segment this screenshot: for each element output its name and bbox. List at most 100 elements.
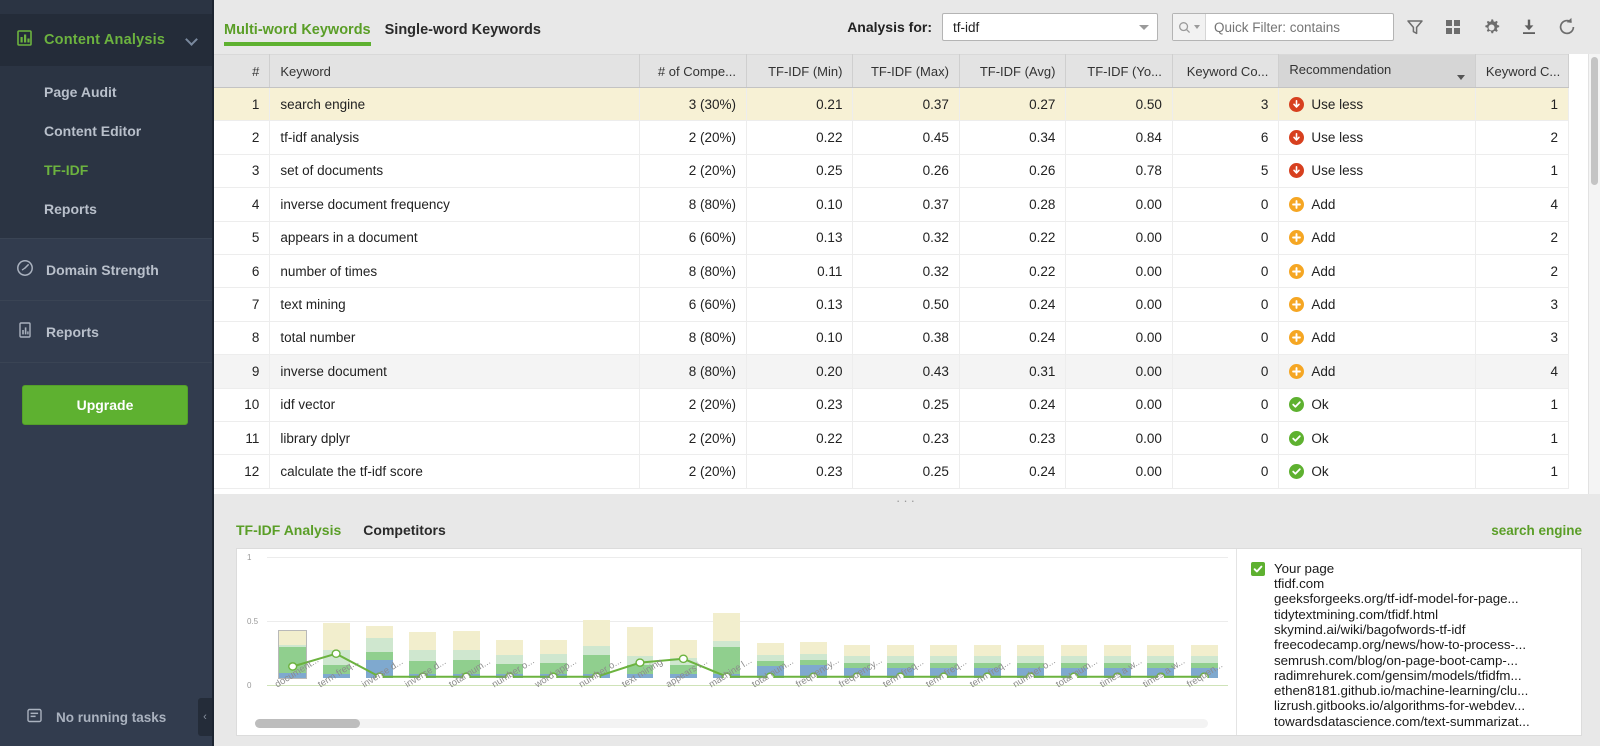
download-icon (1523, 19, 1535, 34)
scrollbar-thumb[interactable] (1591, 57, 1598, 185)
legend-entry[interactable]: Your page (1274, 561, 1530, 576)
recommendation-label: Use less (1311, 96, 1364, 112)
cell-keyword: idf vector (269, 388, 641, 422)
table-row[interactable]: 9 inverse document 8 (80%) 0.20 0.43 0.31 0.00… (214, 354, 1570, 389)
quick-filter (1172, 13, 1394, 41)
toolbar: Multi-word Keywords Single-word Keywords… (214, 0, 1600, 54)
columns-button[interactable] (1436, 10, 1470, 44)
cell-competitors: 2 (20%) (639, 388, 747, 422)
cell-recommendation: Add (1278, 187, 1476, 222)
legend-entry[interactable]: lizrush.gitbooks.io/algorithms-for-webde… (1274, 698, 1530, 713)
table-row[interactable]: 8 total number 8 (80%) 0.10 0.38 0.24 0.00 0 Add… (214, 321, 1570, 356)
tab-competitors[interactable]: Competitors (363, 522, 445, 548)
cell-recommendation: Add (1278, 321, 1476, 356)
cell-min: 0.25 (746, 154, 854, 189)
tab-single-word-keywords[interactable]: Single-word Keywords (385, 22, 541, 54)
legend-entry[interactable]: towardsdatascience.com/text-summarizat..… (1274, 714, 1530, 729)
table-row[interactable]: 7 text mining 6 (60%) 0.13 0.50 0.24 0.00 0 Add 3 (214, 287, 1570, 322)
panel-splitter[interactable]: ··· (214, 493, 1600, 508)
cell-num: 3 (214, 154, 271, 189)
legend-entries: Your page tfidf.com geeksforgeeks.org/tf-i… (1274, 561, 1530, 729)
refresh-button[interactable] (1550, 10, 1584, 44)
table-header-competitors[interactable]: # of Compe... (639, 54, 747, 88)
cell-competitors: 8 (80%) (639, 321, 747, 356)
legend-entry[interactable]: tfidf.com (1274, 576, 1530, 591)
tasks-icon (26, 707, 43, 727)
table-row[interactable]: 6 number of times 8 (80%) 0.11 0.32 0.22 0.00 0… (214, 254, 1570, 289)
legend-entry[interactable]: radimrehurek.com/gensim/models/tfidfm... (1274, 668, 1530, 683)
table-header-label: TF-IDF (Max) (870, 63, 949, 79)
legend-entry[interactable]: semrush.com/blog/on-page-boot-camp-... (1274, 653, 1530, 668)
add-icon (1289, 297, 1305, 313)
recommendation-label: Use less (1311, 163, 1364, 179)
sidebar-collapse-button[interactable]: ‹ (198, 698, 212, 736)
table-header-label: Recommendation (1289, 62, 1392, 77)
table-row[interactable]: 3 set of documents 2 (20%) 0.25 0.26 0.26 0.78… (214, 154, 1570, 189)
table-header-num[interactable]: # (214, 54, 271, 88)
table-row[interactable]: 11 library dplyr 2 (20%) 0.22 0.23 0.23 0.00 0 O… (214, 421, 1570, 456)
legend-checkbox[interactable] (1251, 561, 1265, 576)
scrollbar-thumb[interactable] (255, 719, 360, 728)
cell-count: 6 (1172, 120, 1280, 155)
export-button[interactable] (1512, 10, 1546, 44)
quick-filter-input[interactable] (1206, 15, 1393, 39)
legend-entry[interactable]: ethen8181.github.io/machine-learning/clu… (1274, 683, 1530, 698)
table-row[interactable]: 12 calculate the tf-idf score 2 (20%) 0.23 0… (214, 454, 1570, 489)
legend-entry[interactable]: freecodecamp.org/news/how-to-process-... (1274, 637, 1530, 652)
upgrade-button[interactable]: Upgrade (22, 385, 188, 425)
filter-button[interactable] (1398, 10, 1432, 44)
cell-count2: 4 (1475, 354, 1570, 389)
analysis-for-select[interactable]: tf-idf (942, 13, 1158, 41)
table-header-count2[interactable]: Keyword C... (1475, 54, 1570, 88)
sidebar-item-domain-strength[interactable]: Domain Strength (0, 239, 212, 301)
table-header-max[interactable]: TF-IDF (Max) (852, 54, 960, 88)
tab-multi-word-keywords[interactable]: Multi-word Keywords (224, 22, 371, 54)
cell-competitors: 2 (20%) (639, 454, 747, 489)
sidebar-item-tf-idf[interactable]: TF-IDF (0, 150, 212, 189)
table-header-min[interactable]: TF-IDF (Min) (746, 54, 854, 88)
cell-yours: 0.00 (1065, 354, 1173, 389)
keywords-table: # Keyword # of Compe... TF-IDF (Min) TF-IDF … (214, 54, 1570, 489)
add-icon (1289, 330, 1305, 346)
table-header-avg[interactable]: TF-IDF (Avg) (959, 54, 1067, 88)
table-row[interactable]: 2 tf-idf analysis 2 (20%) 0.22 0.45 0.34 0.84 6… (214, 120, 1570, 155)
tab-tf-idf-analysis[interactable]: TF-IDF Analysis (236, 522, 341, 548)
settings-button[interactable] (1474, 10, 1508, 44)
sidebar-item-content-editor[interactable]: Content Editor (0, 111, 212, 150)
table-header-yours[interactable]: TF-IDF (Yo... (1065, 54, 1173, 88)
bottom-panel: TF-IDF Analysis Competitors search engin… (214, 507, 1600, 746)
table-row[interactable]: 10 idf vector 2 (20%) 0.23 0.25 0.24 0.00 0 Ok 1 (214, 388, 1570, 422)
cell-max: 0.26 (852, 154, 960, 189)
sidebar-group-content-analysis[interactable]: Content Analysis (0, 14, 212, 66)
sidebar-item-reports-main[interactable]: Reports (0, 301, 212, 363)
cell-yours: 0.00 (1065, 187, 1173, 222)
table-header-keyword[interactable]: Keyword (269, 54, 641, 88)
legend-entry[interactable]: tidytextmining.com/tfidf.html (1274, 607, 1530, 622)
table-header-label: TF-IDF (Yo... (1087, 63, 1162, 79)
legend-entry[interactable]: skymind.ai/wiki/bagofwords-tf-idf (1274, 622, 1530, 637)
sidebar-item-page-audit[interactable]: Page Audit (0, 72, 212, 111)
chart-horizontal-scrollbar[interactable] (255, 719, 1208, 728)
cell-competitors: 6 (60%) (639, 287, 747, 322)
table-row[interactable]: 1 search engine 3 (30%) 0.21 0.37 0.27 0.50 3 Us… (214, 87, 1570, 122)
cell-max: 0.50 (852, 287, 960, 322)
current-keyword-label[interactable]: search engine (1491, 523, 1582, 538)
table-row[interactable]: 5 appears in a document 6 (60%) 0.13 0.32 0.2… (214, 221, 1570, 255)
cell-count2: 1 (1475, 154, 1570, 189)
legend-entry[interactable]: geeksforgeeks.org/tf-idf-model-for-page.… (1274, 591, 1530, 606)
cell-min: 0.21 (746, 87, 854, 122)
sidebar-item-reports[interactable]: Reports (0, 189, 212, 228)
table-header-recommendation[interactable]: Recommendation (1278, 54, 1476, 88)
chart-legend: Your page tfidf.com geeksforgeeks.org/tf-i… (1236, 548, 1581, 735)
cell-avg: 0.27 (959, 87, 1067, 122)
cell-count: 0 (1172, 421, 1280, 456)
table-header-count[interactable]: Keyword Co... (1172, 54, 1280, 88)
table-row[interactable]: 4 inverse document frequency 8 (80%) 0.10 0.… (214, 187, 1570, 222)
table-vertical-scrollbar[interactable] (1588, 54, 1600, 494)
cell-min: 0.13 (746, 287, 854, 322)
quick-filter-mode-button[interactable] (1173, 14, 1206, 40)
chevron-down-icon[interactable] (186, 34, 198, 46)
cell-count: 0 (1172, 354, 1280, 389)
cell-avg: 0.22 (959, 221, 1067, 255)
cell-yours: 0.00 (1065, 421, 1173, 456)
